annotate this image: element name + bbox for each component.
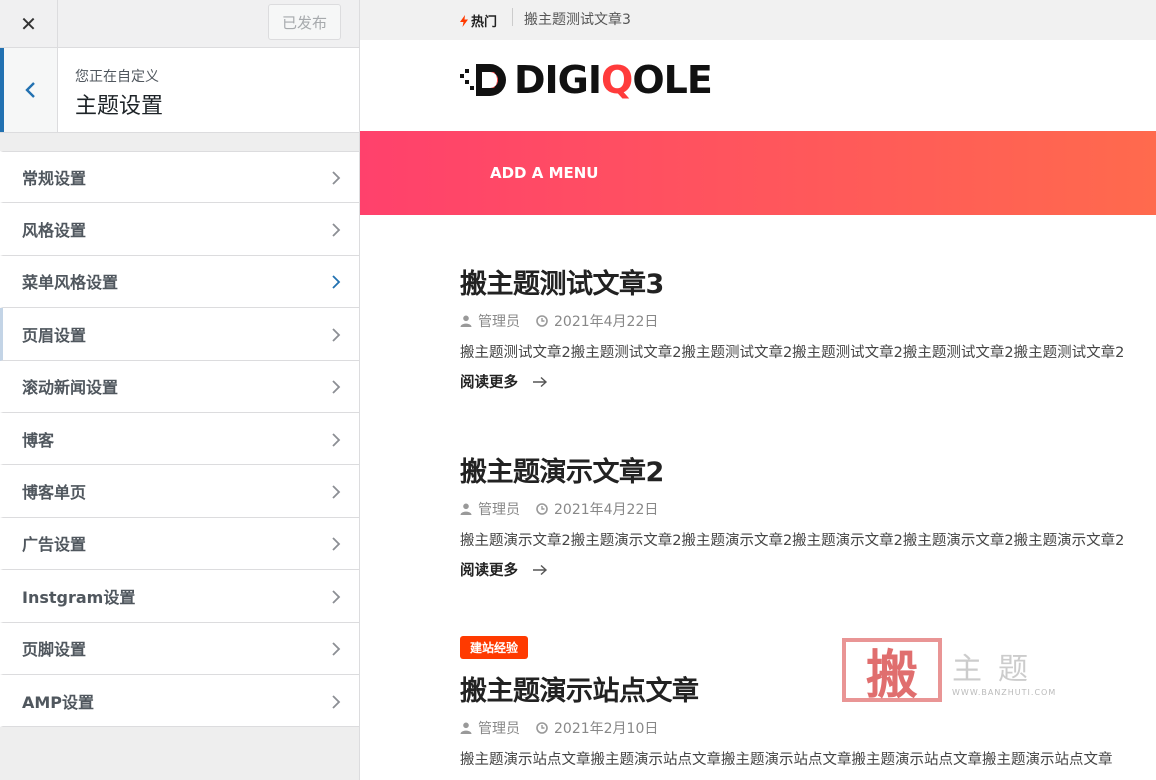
main-menu-bar: ADD A MENU — [360, 131, 1156, 215]
customizer-header: ✕ 已发布 — [0, 0, 359, 48]
section-item[interactable]: Instgram设置 — [0, 570, 359, 623]
chevron-right-icon — [329, 484, 343, 499]
close-icon: ✕ — [20, 11, 37, 36]
post-author[interactable]: 管理员 — [478, 499, 520, 519]
section-item-label: Instgram设置 — [22, 587, 136, 607]
customizer-info-panel: 您正在自定义 主题设置 — [0, 48, 359, 133]
section-item[interactable]: 页脚设置 — [0, 622, 359, 675]
post-title[interactable]: 搬主题演示文章2 — [460, 450, 1156, 489]
section-item-label: 页脚设置 — [22, 640, 87, 660]
arrow-right-icon — [533, 376, 548, 387]
post-date: 2021年2月10日 — [554, 721, 659, 737]
chevron-right-icon — [329, 694, 343, 709]
panel-title: 主题设置 — [75, 94, 164, 119]
watermark-seal: 搬 — [842, 638, 942, 706]
chevron-right-icon — [329, 170, 343, 185]
section-item-label: 博客 — [22, 430, 55, 450]
section-item-label: 常规设置 — [22, 169, 87, 189]
section-item[interactable]: 菜单风格设置 — [0, 255, 359, 309]
section-item[interactable]: 页眉设置 — [0, 308, 359, 361]
section-item[interactable]: 常规设置 — [0, 151, 359, 204]
section-item[interactable]: 博客 — [0, 412, 359, 466]
user-icon — [460, 503, 472, 515]
section-item-label: 博客单页 — [22, 483, 87, 503]
section-item-label: AMP设置 — [22, 692, 95, 712]
site-preview: 热门 搬主题测试文章3 DIGIQOLE ADD A MENU 搬主题测试文章3… — [360, 0, 1156, 780]
post-title[interactable]: 搬主题测试文章3 — [460, 262, 1156, 301]
bolt-icon — [460, 14, 468, 27]
section-item[interactable]: 博客单页 — [0, 465, 359, 518]
arrow-right-icon — [533, 564, 548, 575]
close-customizer-button[interactable]: ✕ — [0, 0, 58, 47]
chevron-right-icon — [329, 432, 343, 447]
clock-icon — [536, 503, 548, 515]
user-icon — [460, 315, 472, 327]
post-excerpt: 搬主题演示文章2搬主题演示文章2搬主题演示文章2搬主题演示文章2搬主题演示文章2… — [460, 533, 1125, 549]
chevron-right-icon — [329, 222, 343, 237]
post-author[interactable]: 管理员 — [478, 311, 520, 331]
post-date: 2021年4月22日 — [554, 314, 659, 330]
chevron-right-icon — [329, 641, 343, 656]
watermark: 搬 主题 WWW.BANZHUTI.COM — [842, 638, 1057, 706]
section-list: 常规设置风格设置菜单风格设置 页眉设置滚动新闻设置 博客博客单页广告设置 Instgr… — [0, 151, 359, 728]
section-item-label: 风格设置 — [22, 221, 87, 241]
post-card: 搬主题测试文章3 管理员 2021年4月22日搬主题测试文章2搬主题测试文章2搬主题… — [460, 262, 1156, 392]
chevron-left-icon — [24, 82, 35, 98]
section-item-label: 广告设置 — [22, 535, 87, 555]
category-badge[interactable]: 建站经验 — [460, 636, 529, 659]
publish-button[interactable]: 已发布 — [268, 4, 341, 40]
clock-icon — [536, 722, 548, 734]
post-author[interactable]: 管理员 — [478, 718, 520, 738]
back-button[interactable] — [0, 48, 58, 132]
section-item[interactable]: 滚动新闻设置 — [0, 360, 359, 413]
post-excerpt: 搬主题演示站点文章搬主题演示站点文章搬主题演示站点文章搬主题演示站点文章搬主题演… — [460, 752, 1113, 768]
clock-icon — [536, 315, 548, 327]
section-item[interactable]: 广告设置 — [0, 517, 359, 571]
chevron-right-icon — [329, 536, 343, 552]
customizing-label: 您正在自定义 — [75, 69, 159, 85]
site-logo[interactable]: DIGIQOLE — [460, 58, 713, 102]
trending-label: 热门 — [460, 11, 497, 30]
chevron-right-icon — [329, 327, 343, 342]
read-more-link[interactable]: 阅读更多 — [460, 559, 1156, 580]
read-more-link[interactable]: 阅读更多 — [460, 371, 1156, 392]
post-meta: 管理员 2021年4月22日 — [460, 499, 1156, 519]
logo-text: DIGIQOLE — [514, 58, 713, 102]
logo-mark-icon — [460, 64, 506, 96]
watermark-text: 主题 — [952, 651, 1044, 687]
chevron-right-icon — [329, 274, 343, 290]
chevron-right-icon — [329, 379, 343, 394]
section-item[interactable]: 风格设置 — [0, 203, 359, 256]
post-card: 搬主题演示文章2 管理员 2021年4月22日搬主题演示文章2搬主题演示文章2搬主题… — [460, 450, 1156, 580]
divider — [512, 8, 513, 26]
section-item[interactable]: AMP设置 — [0, 674, 359, 728]
customizer-sidebar: ✕ 已发布 您正在自定义 主题设置 常规设置风格设置菜单风格设置 页眉设置滚动新闻… — [0, 0, 360, 780]
trending-bar: 热门 搬主题测试文章3 — [360, 0, 1156, 40]
post-meta: 管理员 2021年2月10日 — [460, 718, 1156, 738]
chevron-right-icon — [329, 589, 343, 604]
section-item-label: 菜单风格设置 — [22, 273, 119, 293]
user-icon — [460, 722, 472, 734]
watermark-url: WWW.BANZHUTI.COM — [952, 687, 1057, 697]
section-item-label: 滚动新闻设置 — [22, 378, 119, 398]
section-item-label: 页眉设置 — [22, 325, 87, 345]
post-excerpt: 搬主题测试文章2搬主题测试文章2搬主题测试文章2搬主题测试文章2搬主题测试文章2… — [460, 345, 1125, 361]
trending-post-link[interactable]: 搬主题测试文章3 — [524, 9, 631, 29]
post-date: 2021年4月22日 — [554, 502, 659, 518]
add-menu-link[interactable]: ADD A MENU — [490, 164, 598, 182]
post-meta: 管理员 2021年4月22日 — [460, 311, 1156, 331]
